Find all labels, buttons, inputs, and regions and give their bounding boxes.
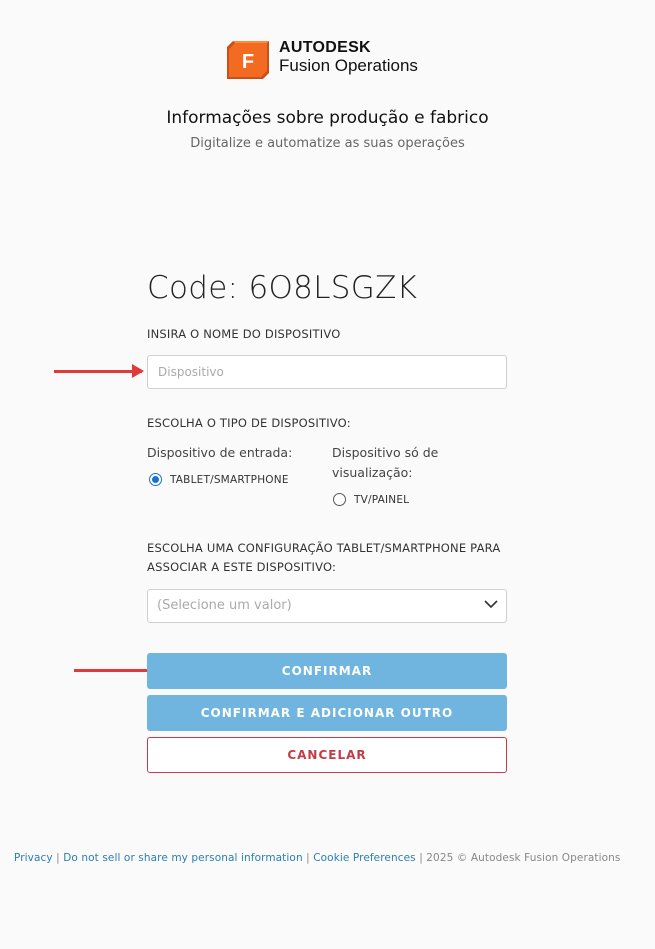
do-not-sell-link[interactable]: Do not sell or share my personal informa…	[63, 852, 302, 864]
privacy-link[interactable]: Privacy	[14, 852, 53, 864]
radio-tv-painel[interactable]: TV/PAINEL	[333, 493, 409, 506]
input-device-label: Dispositivo de entrada:	[147, 445, 293, 460]
footer-separator: |	[415, 852, 427, 864]
device-type-label: ESCOLHA O TIPO DE DISPOSITIVO:	[147, 416, 351, 430]
brand-name: AUTODESK	[279, 39, 371, 56]
device-name-input[interactable]	[148, 356, 508, 388]
device-name-field[interactable]	[147, 355, 508, 389]
chevron-down-icon	[484, 600, 498, 609]
radio-tablet-label: TABLET/SMARTPHONE	[170, 473, 289, 486]
page-subtitle: Digitalize e automatize as suas operaçõe…	[190, 136, 465, 151]
config-label-line1: ESCOLHA UMA CONFIGURAÇÃO TABLET/SMARTPHO…	[147, 541, 501, 555]
confirm-button[interactable]: CONFIRMAR	[147, 653, 507, 689]
copyright: 2025 © Autodesk Fusion Operations	[426, 852, 621, 864]
footer-separator: |	[52, 852, 64, 864]
view-device-label-line2: visualização:	[332, 465, 413, 480]
autodesk-fusion-logo: F AUTODESK Fusion Operations	[227, 39, 437, 81]
footer-separator: |	[302, 852, 314, 864]
page-title: Informações sobre produção e fabrico	[166, 108, 489, 128]
device-code: Code: 6O8LSGZK	[147, 270, 418, 306]
radio-tv-label: TV/PAINEL	[354, 493, 410, 506]
red-arrow-icon	[54, 364, 144, 378]
view-device-label: Dispositivo só de visualização:	[332, 443, 438, 483]
device-name-label: INSIRA O NOME DO DISPOSITIVO	[147, 327, 341, 341]
config-label-line2: ASSOCIAR A ESTE DISPOSITIVO:	[147, 560, 337, 574]
cookie-preferences-link[interactable]: Cookie Preferences	[313, 852, 416, 864]
config-label: ESCOLHA UMA CONFIGURAÇÃO TABLET/SMARTPHO…	[147, 539, 500, 577]
config-select-value: (Selecione um valor)	[157, 598, 292, 613]
footer: Privacy | Do not sell or share my person…	[14, 852, 621, 864]
confirm-add-another-button[interactable]: CONFIRMAR E ADICIONAR OUTRO	[147, 695, 507, 731]
product-name: Fusion Operations	[279, 56, 418, 75]
radio-tablet-smartphone[interactable]: TABLET/SMARTPHONE	[149, 473, 289, 486]
view-device-label-line1: Dispositivo só de	[332, 445, 439, 460]
radio-checked-icon[interactable]	[149, 473, 162, 486]
radio-unchecked-icon[interactable]	[333, 493, 346, 506]
logo-letter: F	[242, 51, 254, 73]
autodesk-fusion-logo-icon: F	[227, 41, 269, 79]
config-select[interactable]: (Selecione um valor)	[147, 589, 507, 623]
cancel-button[interactable]: CANCELAR	[147, 737, 507, 773]
